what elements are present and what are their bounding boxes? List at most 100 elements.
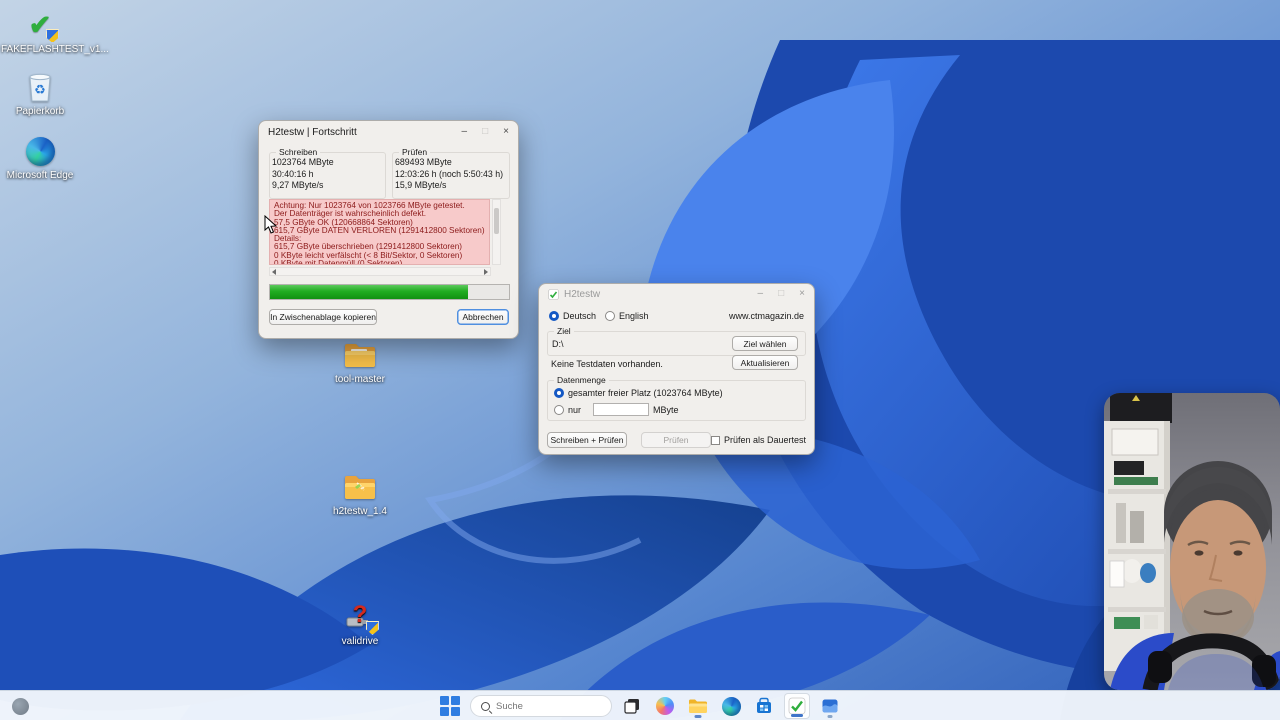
scroll-left-icon[interactable] <box>272 269 276 275</box>
all-free-space-label: gesamter freier Platz (1023764 MByte) <box>568 388 723 398</box>
endurance-test-option[interactable]: Prüfen als Dauertest <box>711 435 806 445</box>
data-amount-group-label: Datenmenge <box>554 375 609 385</box>
task-view-button[interactable] <box>619 693 645 719</box>
h2testw-taskbar-button[interactable] <box>784 693 810 719</box>
desktop-icon-label: h2testw_1.4 <box>333 506 387 517</box>
warning-line: 0 KByte mit Datenmüll (0 Sektoren) <box>274 260 485 265</box>
close-icon[interactable]: × <box>799 289 805 299</box>
running-indicator <box>695 715 702 718</box>
desktop-icon-fakeflashtest[interactable]: ✔ FAKEFLASHTEST_v1... <box>4 8 76 55</box>
desktop-icon-validrive[interactable]: ? validrive <box>324 600 396 647</box>
h2testw-progress-window: H2testw | Fortschritt – □ × Schreiben 10… <box>258 120 519 339</box>
widgets-icon[interactable] <box>12 698 29 715</box>
camera-device <box>1110 393 1172 423</box>
main-window-title: H2testw <box>564 289 600 300</box>
folder-icon <box>343 338 377 372</box>
copilot-icon <box>656 697 674 715</box>
blue-app-button[interactable] <box>817 693 843 719</box>
verify-time: 12:03:26 h (noch 5:50:43 h) <box>395 169 507 181</box>
svg-text:?: ? <box>353 601 368 628</box>
data-amount-group: Datenmenge gesamter freier Platz (102376… <box>547 380 806 421</box>
vertical-scrollbar-thumb[interactable] <box>494 208 499 234</box>
desktop-icon-tool-master[interactable]: tool-master <box>324 338 396 385</box>
mouse-cursor <box>264 215 278 235</box>
write-group: Schreiben 1023764 MByte 30:40:16 h 9,27 … <box>269 152 386 199</box>
write-size: 1023764 MByte <box>272 157 383 169</box>
minimize-icon[interactable]: – <box>758 289 764 299</box>
language-german-label: Deutsch <box>563 311 596 321</box>
scroll-right-icon[interactable] <box>484 269 488 275</box>
desktop-icon-h2testw-zip[interactable]: h2testw_1.4 <box>324 470 396 517</box>
vertical-scrollbar[interactable] <box>492 199 501 265</box>
radio-selected-icon[interactable] <box>554 388 564 398</box>
close-icon[interactable]: × <box>503 127 509 137</box>
task-view-icon <box>623 697 641 715</box>
write-verify-button[interactable]: Schreiben + Prüfen <box>547 432 627 448</box>
h2testw-main-window: H2testw – □ × Deutsch English www.ctmaga… <box>538 283 815 455</box>
cancel-button[interactable]: Abbrechen <box>457 309 509 325</box>
progress-window-title: H2testw | Fortschritt <box>268 127 357 138</box>
radio-icon[interactable] <box>554 405 564 415</box>
main-window-titlebar[interactable]: H2testw – □ × <box>539 284 814 304</box>
language-german-option[interactable]: Deutsch <box>549 311 596 321</box>
warning-text-box[interactable]: Achtung: Nur 1023764 von 1023766 MByte g… <box>269 199 490 265</box>
desktop-icon-label: Microsoft Edge <box>7 170 74 181</box>
maximize-icon[interactable]: □ <box>482 127 488 137</box>
copy-to-clipboard-button[interactable]: In Zwischenablage kopieren <box>269 309 377 325</box>
h2testw-icon <box>788 697 806 715</box>
zip-folder-icon <box>343 470 377 504</box>
choose-target-button[interactable]: Ziel wählen <box>732 336 798 351</box>
language-english-label: English <box>619 311 649 321</box>
endurance-test-label: Prüfen als Dauertest <box>724 435 806 445</box>
amount-input[interactable] <box>593 403 649 416</box>
write-time: 30:40:16 h <box>272 169 383 181</box>
desktop-icon-label: validrive <box>342 636 379 647</box>
desktop-icon-label: tool-master <box>335 374 385 385</box>
edge-button[interactable] <box>718 693 744 719</box>
refresh-button[interactable]: Aktualisieren <box>732 355 798 370</box>
verify-button[interactable]: Prüfen <box>641 432 711 448</box>
target-group-label: Ziel <box>554 326 574 336</box>
maximize-icon[interactable]: □ <box>778 289 784 299</box>
store-button[interactable] <box>751 693 777 719</box>
file-explorer-button[interactable] <box>685 693 711 719</box>
start-button[interactable] <box>437 693 463 719</box>
desktop-icon-edge[interactable]: Microsoft Edge <box>4 134 76 181</box>
minimize-icon[interactable]: – <box>462 127 468 137</box>
radio-selected-icon[interactable] <box>549 311 559 321</box>
verify-group: Prüfen 689493 MByte 12:03:26 h (noch 5:5… <box>392 152 510 199</box>
horizontal-scrollbar[interactable] <box>269 267 491 276</box>
shelf-unit <box>1104 421 1170 671</box>
desktop-icon-recycle-bin[interactable]: ♻ Papierkorb <box>4 70 76 117</box>
running-indicator <box>791 714 803 717</box>
store-icon <box>755 697 773 715</box>
verify-speed: 15,9 MByte/s <box>395 180 507 192</box>
uac-shield-icon <box>46 29 59 43</box>
warning-line: 615,7 GByte DATEN VERLOREN (1291412800 S… <box>274 227 485 235</box>
svg-text:♻: ♻ <box>34 82 46 97</box>
progress-window-titlebar[interactable]: H2testw | Fortschritt – □ × <box>259 121 518 143</box>
website-link: www.ctmagazin.de <box>729 311 804 321</box>
desktop-icon-label: Papierkorb <box>16 106 64 117</box>
verify-size: 689493 MByte <box>395 157 507 169</box>
checkbox-icon[interactable] <box>711 436 720 445</box>
edge-icon <box>23 134 57 168</box>
only-amount-option[interactable]: nur MByte <box>554 403 679 416</box>
webcam-overlay <box>1104 393 1280 690</box>
only-amount-label: nur <box>568 405 581 415</box>
blue-app-icon <box>821 697 839 715</box>
desktop-icon-label: FAKEFLASHTEST_v1... <box>1 44 79 55</box>
language-english-option[interactable]: English <box>605 311 649 321</box>
verify-group-label: Prüfen <box>399 147 430 157</box>
h2testw-app-icon <box>548 289 559 300</box>
windows-logo-icon <box>440 696 460 716</box>
taskbar-search[interactable] <box>470 695 612 717</box>
recycle-bin-icon: ♻ <box>23 70 57 104</box>
radio-icon[interactable] <box>605 311 615 321</box>
taskbar <box>0 690 1280 720</box>
file-explorer-icon <box>688 698 708 715</box>
progress-bar-fill <box>270 285 468 299</box>
search-input[interactable] <box>496 701 586 712</box>
copilot-button[interactable] <box>652 693 678 719</box>
all-free-space-option[interactable]: gesamter freier Platz (1023764 MByte) <box>554 388 723 398</box>
